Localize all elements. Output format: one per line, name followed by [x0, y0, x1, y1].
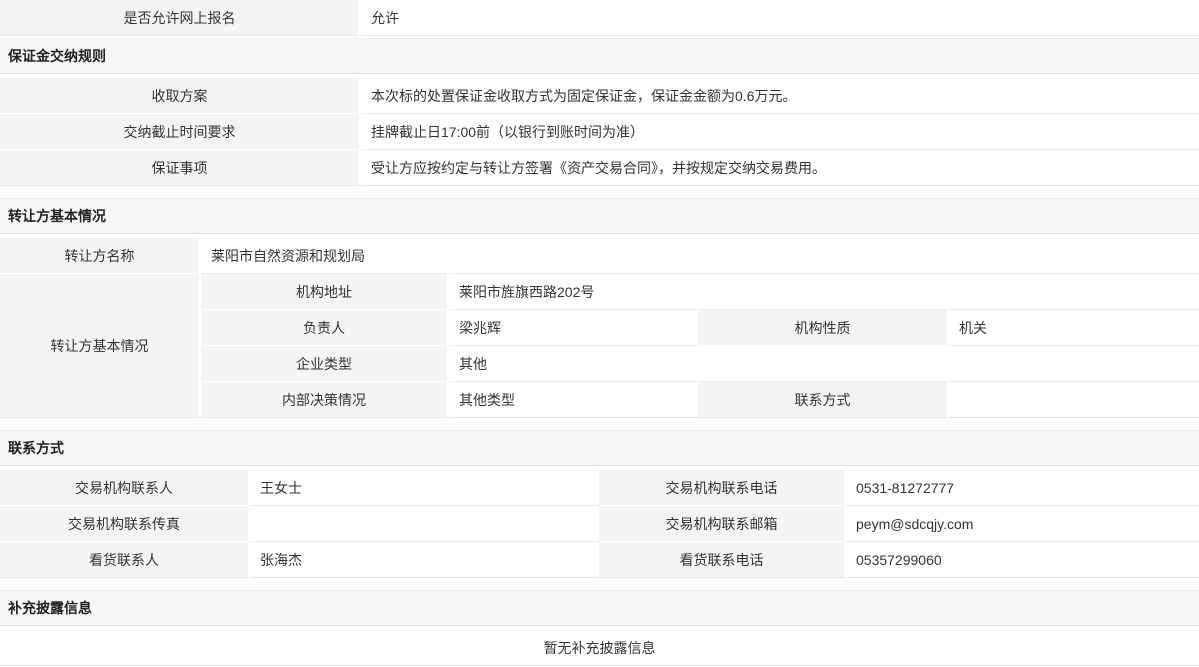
contact-method-value: [948, 382, 1199, 418]
deposit-rules-table: 收取方案 本次标的处置保证金收取方式为固定保证金，保证金金额为0.6万元。 交纳…: [0, 78, 1199, 186]
section-title-deposit-rules: 保证金交纳规则: [0, 38, 1199, 74]
agency-email-value: peym@sdcqjy.com: [845, 506, 1199, 542]
enterprise-type-label: 企业类型: [200, 346, 448, 382]
viewing-phone-label: 看货联系电话: [599, 542, 845, 578]
online-signup-value: 允许: [360, 0, 1199, 36]
contact-table: 交易机构联系人 王女士 交易机构联系电话 0531-81272777 交易机构联…: [0, 470, 1199, 578]
org-nature-label: 机构性质: [698, 310, 948, 346]
enterprise-type-value: 其他: [448, 346, 1199, 382]
org-address-row: 转让方基本情况 机构地址 莱阳市旌旗西路202号: [0, 274, 1199, 310]
agency-contact-label: 交易机构联系人: [0, 470, 249, 506]
transferor-info-table: 转让方名称 莱阳市自然资源和规划局 转让方基本情况 机构地址 莱阳市旌旗西路20…: [0, 238, 1199, 418]
online-signup-table: 是否允许网上报名 允许: [0, 0, 1199, 36]
payment-deadline-label: 交纳截止时间要求: [0, 114, 360, 150]
section-title-contact: 联系方式: [0, 430, 1199, 466]
org-address-label: 机构地址: [200, 274, 448, 310]
payment-deadline-value: 挂牌截止日17:00前（以银行到账时间为准）: [360, 114, 1199, 150]
agency-phone-value: 0531-81272777: [845, 470, 1199, 506]
viewing-contact-value: 张海杰: [249, 542, 599, 578]
guarantee-matters-label: 保证事项: [0, 150, 360, 186]
contact-method-label: 联系方式: [698, 382, 948, 418]
online-signup-row: 是否允许网上报名 允许: [0, 0, 1199, 36]
transferor-name-row: 转让方名称 莱阳市自然资源和规划局: [0, 238, 1199, 274]
guarantee-matters-value: 受让方应按约定与转让方签署《资产交易合同》，并按规定交纳交易费用。: [360, 150, 1199, 186]
viewing-contact-row: 看货联系人 张海杰 看货联系电话 05357299060: [0, 542, 1199, 578]
transferor-name-value: 莱阳市自然资源和规划局: [200, 238, 1199, 274]
principal-value: 梁兆辉: [448, 310, 698, 346]
agency-phone-label: 交易机构联系电话: [599, 470, 845, 506]
agency-contact-value: 王女士: [249, 470, 599, 506]
guarantee-matters-row: 保证事项 受让方应按约定与转让方签署《资产交易合同》，并按规定交纳交易费用。: [0, 150, 1199, 186]
online-signup-label: 是否允许网上报名: [0, 0, 360, 36]
principal-label: 负责人: [200, 310, 448, 346]
agency-email-label: 交易机构联系邮箱: [599, 506, 845, 542]
org-nature-value: 机关: [948, 310, 1199, 346]
collection-plan-row: 收取方案 本次标的处置保证金收取方式为固定保证金，保证金金额为0.6万元。: [0, 78, 1199, 114]
supplement-table: 暂无补充披露信息: [0, 630, 1199, 666]
section-title-transferor-info: 转让方基本情况: [0, 198, 1199, 234]
transferor-group-label: 转让方基本情况: [0, 274, 200, 418]
collection-plan-value: 本次标的处置保证金收取方式为固定保证金，保证金金额为0.6万元。: [360, 78, 1199, 114]
transferor-name-label: 转让方名称: [0, 238, 200, 274]
agency-fax-label: 交易机构联系传真: [0, 506, 249, 542]
org-address-value: 莱阳市旌旗西路202号: [448, 274, 1199, 310]
payment-deadline-row: 交纳截止时间要求 挂牌截止日17:00前（以银行到账时间为准）: [0, 114, 1199, 150]
section-title-supplement: 补充披露信息: [0, 590, 1199, 626]
internal-decision-value: 其他类型: [448, 382, 698, 418]
collection-plan-label: 收取方案: [0, 78, 360, 114]
internal-decision-label: 内部决策情况: [200, 382, 448, 418]
viewing-phone-value: 05357299060: [845, 542, 1199, 578]
agency-fax-value: [249, 506, 599, 542]
agency-fax-row: 交易机构联系传真 交易机构联系邮箱 peym@sdcqjy.com: [0, 506, 1199, 542]
viewing-contact-label: 看货联系人: [0, 542, 249, 578]
agency-contact-row: 交易机构联系人 王女士 交易机构联系电话 0531-81272777: [0, 470, 1199, 506]
supplement-empty-text: 暂无补充披露信息: [0, 630, 1199, 666]
supplement-empty-row: 暂无补充披露信息: [0, 630, 1199, 666]
